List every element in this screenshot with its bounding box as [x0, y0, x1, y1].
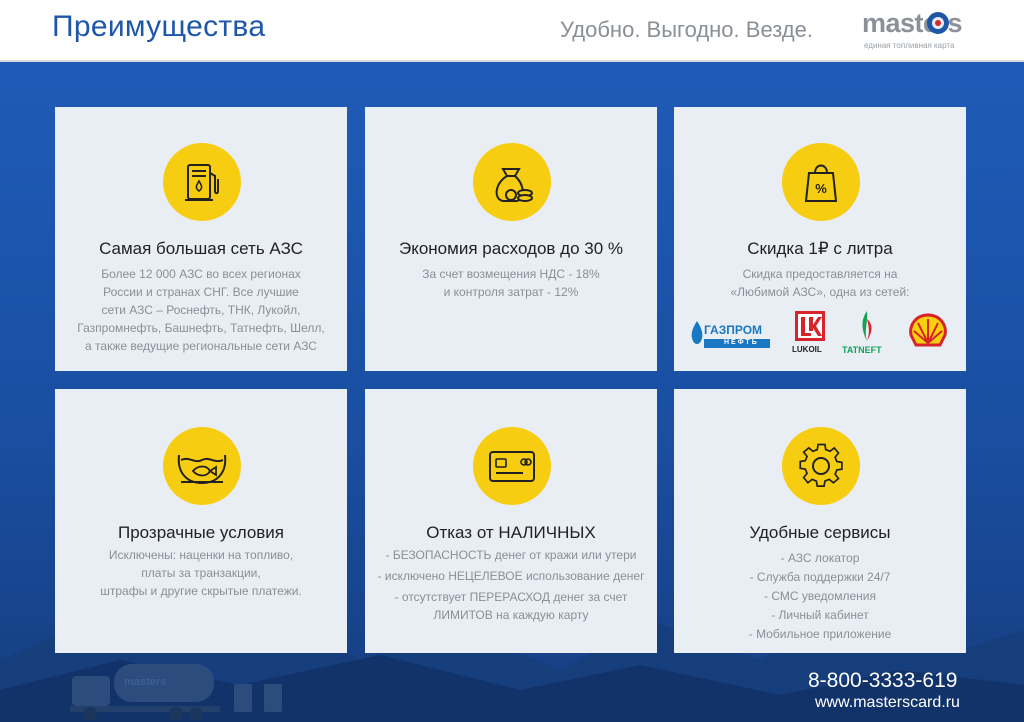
card-services: Удобные сервисы - АЗС локатор - Служба п…	[674, 389, 966, 653]
card-savings: Экономия расходов до 30 % За счет возмещ…	[365, 107, 657, 371]
icon-circle	[782, 427, 860, 505]
masters-logo: masters единая топливная карта	[862, 8, 982, 56]
money-bag-icon	[495, 168, 533, 202]
fuel-pump-icon	[185, 164, 219, 201]
fuel-truck-illustration	[70, 664, 282, 721]
card-title: Скидка 1₽ с литра	[747, 239, 893, 258]
desc-line: Скидка предоставляется на	[742, 267, 898, 281]
desc-line: - Личный кабинет	[771, 608, 869, 622]
card-description: За счет возмещения НДС - 18% и контроля …	[375, 265, 647, 301]
shell-logo	[906, 311, 950, 357]
icon-circle: %	[782, 143, 860, 221]
desc-line: - отсутствует ПЕРЕРАСХОД денег за счет	[394, 590, 628, 604]
gear-icon	[799, 443, 843, 488]
icon-circle	[163, 143, 241, 221]
tatneft-label: TATNEFT	[842, 345, 882, 355]
desc-line: - АЗС локатор	[780, 551, 860, 565]
header: Преимущества Удобно. Выгодно. Везде. mas…	[0, 0, 1024, 62]
gazprom-flame-icon	[691, 321, 703, 344]
credit-card-icon	[489, 451, 535, 482]
desc-line: ЛИМИТОВ на каждую карту	[433, 608, 589, 622]
card-description: Скидка предоставляется на «Любимой АЗС»,…	[684, 265, 956, 301]
tatneft-logo: TATNEFT	[840, 311, 896, 357]
card-title: Отказ от НАЛИЧНЫХ	[426, 523, 596, 542]
card-cashless: Отказ от НАЛИЧНЫХ - БЕЗОПАСНОСТЬ денег о…	[365, 389, 657, 653]
lukoil-emblem-icon	[795, 311, 825, 341]
card-title: Экономия расходов до 30 %	[398, 239, 624, 258]
brand-logos: ГАЗПРОМ НЕФТЬ LUKOIL TATNEFT	[690, 311, 952, 357]
card-title: Удобные сервисы	[749, 523, 891, 542]
icon-circle	[473, 427, 551, 505]
gazprom-logo: ГАЗПРОМ НЕФТЬ	[690, 311, 772, 357]
logo-target-icon	[927, 12, 949, 34]
tagline: Удобно. Выгодно. Везде.	[560, 17, 813, 42]
gazprom-label: ГАЗПРОМ	[704, 323, 763, 337]
tatneft-emblem-icon	[862, 311, 872, 341]
logo-subtitle: единая топливная карта	[864, 41, 955, 50]
desc-line: - БЕЗОПАСНОСТЬ денег от кражи или утери	[385, 548, 637, 562]
footer-url: www.masterscard.ru	[815, 694, 960, 711]
desc-line: и контроля затрат - 12%	[443, 285, 579, 299]
desc-line: а также ведущие региональные сети АЗС	[85, 339, 317, 353]
card-description: Более 12 000 АЗС во всех регионах России…	[65, 265, 337, 355]
card-description: Исключены: наценки на топливо, платы за …	[65, 546, 337, 600]
lukoil-label: LUKOIL	[792, 345, 822, 354]
shopping-bag-percent-icon: %	[804, 164, 838, 202]
icon-circle	[473, 143, 551, 221]
desc-line: - Служба поддержки 24/7	[749, 570, 891, 584]
desc-line: штрафы и другие скрытые платежи.	[100, 584, 302, 598]
card-description: - БЕЗОПАСНОСТЬ денег от кражи или утери …	[365, 546, 657, 624]
footer-phone: 8-800-3333-619	[808, 669, 958, 692]
desc-line: - исключено НЕЦЕЛЕВОЕ использование дене…	[377, 569, 645, 583]
desc-line: Газпромнефть, Башнефть, Татнефть, Шелл,	[77, 321, 325, 335]
icon-circle	[163, 427, 241, 505]
card-discount: % Скидка 1₽ с литра Скидка предоставляет…	[674, 107, 966, 371]
card-title: Самая большая сеть АЗС	[99, 239, 303, 258]
aquarium-icon	[177, 454, 227, 485]
gazprom-sub-label: НЕФТЬ	[724, 339, 759, 346]
page-title: Преимущества	[52, 10, 266, 43]
desc-line: сети АЗС – Роснефть, ТНК, Лукойл,	[101, 303, 301, 317]
desc-line: платы за транзакции,	[141, 566, 261, 580]
card-description: - АЗС локатор - Служба поддержки 24/7 - …	[684, 549, 956, 644]
card-gas-network: Самая большая сеть АЗС Более 12 000 АЗС …	[55, 107, 347, 371]
svg-text:%: %	[815, 181, 827, 196]
desc-line: За счет возмещения НДС - 18%	[422, 267, 600, 281]
shell-emblem-icon	[909, 313, 947, 347]
card-transparent-terms: Прозрачные условия Исключены: наценки на…	[55, 389, 347, 653]
desc-line: - Мобильное приложение	[748, 627, 892, 641]
desc-line: «Любимой АЗС», одна из сетей:	[730, 285, 910, 299]
desc-line: Более 12 000 АЗС во всех регионах	[101, 267, 301, 281]
lukoil-logo: LUKOIL	[792, 311, 828, 357]
desc-line: России и странах СНГ. Все лучшие	[103, 285, 299, 299]
desc-line: Исключены: наценки на топливо,	[108, 548, 294, 562]
card-title: Прозрачные условия	[117, 523, 284, 542]
truck-label: masters	[124, 676, 167, 688]
desc-line: - СМС уведомления	[764, 589, 876, 603]
